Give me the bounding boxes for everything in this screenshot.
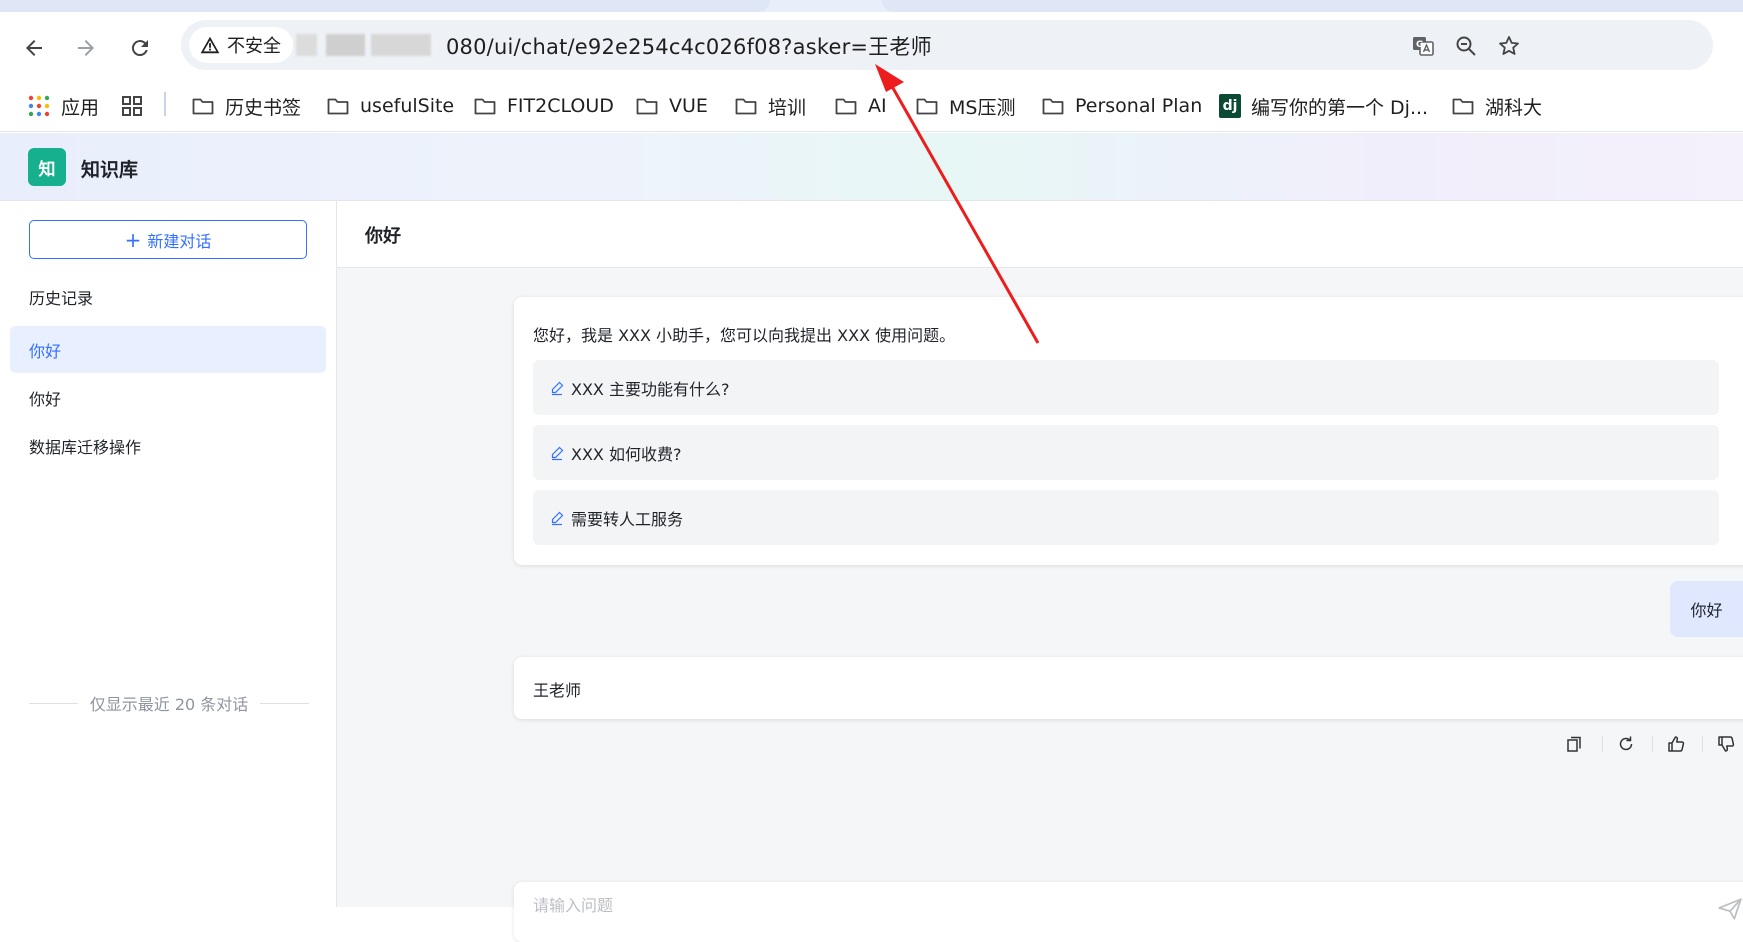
zoom-button[interactable] <box>1452 32 1480 60</box>
like-button[interactable] <box>1664 732 1688 756</box>
history-item[interactable]: 你好 <box>10 326 326 373</box>
assistant-answer: 王老师 <box>514 657 1743 719</box>
chat-title: 你好 <box>365 226 401 247</box>
tab-groups-icon <box>122 96 142 116</box>
folder-icon <box>916 98 938 115</box>
forward-button[interactable] <box>72 34 100 62</box>
dislike-button[interactable] <box>1714 732 1738 756</box>
star-icon <box>1499 36 1519 55</box>
divider <box>260 702 310 704</box>
divider <box>1652 736 1653 752</box>
bookmark-star-button[interactable] <box>1495 32 1523 60</box>
edit-icon <box>551 511 564 525</box>
folder-icon <box>735 98 757 115</box>
bookmark-link[interactable]: dj 编写你的第一个 Dj... <box>1219 92 1428 120</box>
security-chip[interactable]: 不安全 <box>189 27 293 63</box>
user-message: 你好 <box>1670 581 1743 637</box>
folder-icon <box>636 98 658 115</box>
bookmark-folder[interactable]: 历史书签 <box>191 92 301 120</box>
url-redacted <box>296 34 446 56</box>
history-title: 历史记录 <box>29 289 94 308</box>
regenerate-icon <box>1619 736 1633 751</box>
django-icon: dj <box>1219 94 1241 118</box>
folder-icon <box>192 98 214 115</box>
history-limit-note: 仅显示最近 20 条对话 <box>29 691 310 715</box>
tab-groups-button[interactable] <box>120 92 144 120</box>
history-item[interactable]: 数据库迁移操作 <box>10 422 326 469</box>
folder-icon <box>327 98 349 115</box>
edit-icon <box>551 381 564 395</box>
reload-button[interactable] <box>126 34 154 62</box>
new-chat-button[interactable]: + 新建对话 <box>29 220 307 259</box>
bookmark-folder[interactable]: 培训 <box>734 92 806 120</box>
welcome-card: 您好，我是 XXX 小助手，您可以向我提出 XXX 使用问题。 XXX 主要功能… <box>514 297 1743 565</box>
suggested-question[interactable]: XXX 如何收费? <box>533 425 1719 480</box>
answer-actions <box>337 730 1743 758</box>
divider <box>1702 736 1703 752</box>
bookmark-folder[interactable]: FIT2CLOUD <box>473 92 614 120</box>
folder-icon <box>474 98 496 115</box>
chat-input[interactable] <box>533 896 1633 915</box>
bookmarks-bar: 应用 历史书签 usefulSite FIT2CLOUD VUE 培训 AI M… <box>0 82 1743 132</box>
bookmarks-divider <box>164 92 166 116</box>
warning-icon <box>200 36 220 54</box>
sidebar: + 新建对话 历史记录 你好 你好 数据库迁移操作 仅显示最近 20 条对话 <box>0 201 337 907</box>
divider <box>29 702 78 704</box>
bookmark-folder[interactable]: usefulSite <box>326 92 454 120</box>
history-item[interactable]: 你好 <box>10 374 326 421</box>
thumbs-down-icon <box>1718 736 1735 752</box>
zoom-icon <box>1456 36 1476 56</box>
thumbs-up-icon <box>1668 736 1685 752</box>
app-title: 知识库 <box>81 159 139 181</box>
folder-icon <box>1042 98 1064 115</box>
browser-tab[interactable] <box>0 0 770 12</box>
welcome-text: 您好，我是 XXX 小助手，您可以向我提出 XXX 使用问题。 <box>533 326 956 345</box>
regenerate-button[interactable] <box>1614 732 1638 756</box>
apps-grid-icon <box>28 95 50 117</box>
copy-icon <box>1567 736 1581 752</box>
chat-header: 你好 <box>337 201 1743 268</box>
copy-button[interactable] <box>1562 732 1586 756</box>
app-header: 知 知识库 <box>0 133 1743 201</box>
address-bar[interactable]: 不安全 080/ui/chat/e92e254c4c026f08?asker=王… <box>181 20 1713 70</box>
app-logo: 知 <box>28 148 66 186</box>
bookmark-apps[interactable]: 应用 <box>27 92 99 120</box>
suggested-question[interactable]: XXX 主要功能有什么? <box>533 360 1719 415</box>
divider <box>1602 736 1603 752</box>
folder-icon <box>1452 98 1474 115</box>
browser-tab[interactable] <box>882 0 1743 12</box>
bookmark-folder[interactable]: Personal Plan <box>1041 92 1202 120</box>
reload-icon <box>131 40 148 57</box>
translate-button[interactable]: G <box>1409 32 1437 60</box>
bookmark-folder[interactable]: AI <box>834 92 887 120</box>
send-icon[interactable] <box>1717 896 1743 922</box>
edit-icon <box>551 446 564 460</box>
svg-text:G: G <box>1416 40 1423 50</box>
bookmark-folder[interactable]: 湖科大 <box>1451 92 1542 120</box>
url-text[interactable]: 080/ui/chat/e92e254c4c026f08?asker=王老师 <box>446 31 932 61</box>
answer-text: 王老师 <box>533 681 582 700</box>
plus-icon: + <box>124 227 142 252</box>
browser-toolbar: 不安全 080/ui/chat/e92e254c4c026f08?asker=王… <box>0 12 1743 82</box>
arrow-right-icon <box>78 40 94 56</box>
arrow-left-icon <box>26 40 42 56</box>
translate-icon: G <box>1413 37 1434 56</box>
bookmark-folder[interactable]: MS压测 <box>915 92 1015 120</box>
tab-strip <box>0 0 1743 12</box>
back-button[interactable] <box>20 34 48 62</box>
suggested-question[interactable]: 需要转人工服务 <box>533 490 1719 545</box>
security-label: 不安全 <box>227 36 281 57</box>
chat-main: 你好 您好，我是 XXX 小助手，您可以向我提出 XXX 使用问题。 XXX 主… <box>337 201 1743 942</box>
bookmark-folder[interactable]: VUE <box>635 92 708 120</box>
folder-icon <box>835 98 857 115</box>
chat-input-box <box>514 882 1743 942</box>
